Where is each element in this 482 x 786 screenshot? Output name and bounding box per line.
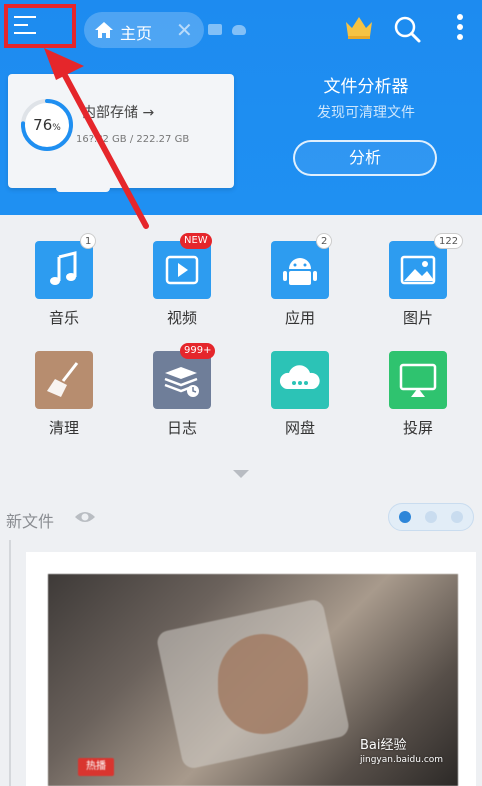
timeline-rule	[9, 540, 11, 786]
category-broom[interactable]: 清理	[14, 351, 114, 451]
category-music-note[interactable]: 1 音乐	[14, 233, 114, 341]
category-cloud-drive[interactable]: 网盘	[250, 351, 350, 451]
storage-size: 16?.?2 GB / 222.27 GB	[76, 134, 190, 145]
app-header: 主页 ✕ 76% 内部存储 → 16?.?2 GB / 222.27 GB 文件…	[0, 0, 482, 215]
category-label: 网盘	[284, 419, 315, 437]
cast-screen-icon	[389, 351, 447, 409]
cloud-drive-icon	[271, 351, 329, 409]
category-picture[interactable]: 122 图片	[368, 233, 468, 341]
category-cast-screen[interactable]: 投屏	[368, 351, 468, 451]
category-log-stack[interactable]: 999+ 日志	[132, 343, 232, 451]
category-label: 视频	[166, 309, 197, 327]
baidu-jingyan-watermark: Bai经验 jingyan.baidu.com	[360, 738, 444, 765]
category-label: 图片	[402, 309, 433, 327]
count-badge: 1	[80, 233, 97, 249]
view-mode-toggle[interactable]	[388, 503, 474, 531]
analyzer-title: 文件分析器	[323, 77, 409, 97]
cloud-icon[interactable]	[232, 25, 246, 35]
log-stack-icon	[153, 351, 211, 409]
music-note-icon	[35, 241, 93, 299]
category-label: 音乐	[48, 309, 79, 327]
count-badge: NEW	[180, 233, 212, 249]
count-badge: 122	[434, 233, 464, 249]
tab-home-label: 主页	[120, 24, 153, 43]
thumbnail-tag: 热播	[78, 758, 114, 776]
internal-storage-card[interactable]: 76% 内部存储 → 16?.?2 GB / 222.27 GB	[8, 74, 234, 192]
category-video-play[interactable]: NEW 视频	[132, 233, 232, 341]
count-badge: 2	[316, 233, 333, 249]
analyzer-subtitle: 发现可清理文件	[317, 105, 415, 121]
analyze-button[interactable]: 分析	[293, 140, 437, 176]
search-icon[interactable]	[392, 14, 422, 44]
video-play-icon	[153, 241, 211, 299]
category-label: 应用	[284, 309, 315, 327]
annotation-highlight-box	[4, 4, 76, 48]
storage-percent: 76%	[33, 116, 61, 134]
picture-icon	[389, 241, 447, 299]
tab-home[interactable]: 主页 ✕	[84, 12, 204, 48]
more-options-icon[interactable]	[455, 14, 465, 44]
crown-icon[interactable]	[344, 14, 374, 40]
broom-icon	[35, 351, 93, 409]
close-icon[interactable]: ✕	[176, 18, 193, 42]
new-files-title: 新文件	[6, 512, 55, 531]
top-bar: 主页 ✕	[0, 0, 482, 62]
category-label: 日志	[166, 419, 197, 437]
storage-title: 内部存储 →	[82, 105, 155, 121]
category-label: 清理	[48, 419, 79, 437]
category-label: 投屏	[402, 419, 433, 437]
android-icon	[271, 241, 329, 299]
category-android[interactable]: 2 应用	[250, 233, 350, 341]
expand-caret-icon[interactable]	[233, 470, 249, 478]
count-badge: 999+	[180, 343, 216, 359]
chat-icon[interactable]	[208, 24, 222, 35]
eye-icon[interactable]	[74, 509, 96, 525]
home-icon	[95, 22, 113, 38]
star-icon	[399, 511, 411, 523]
